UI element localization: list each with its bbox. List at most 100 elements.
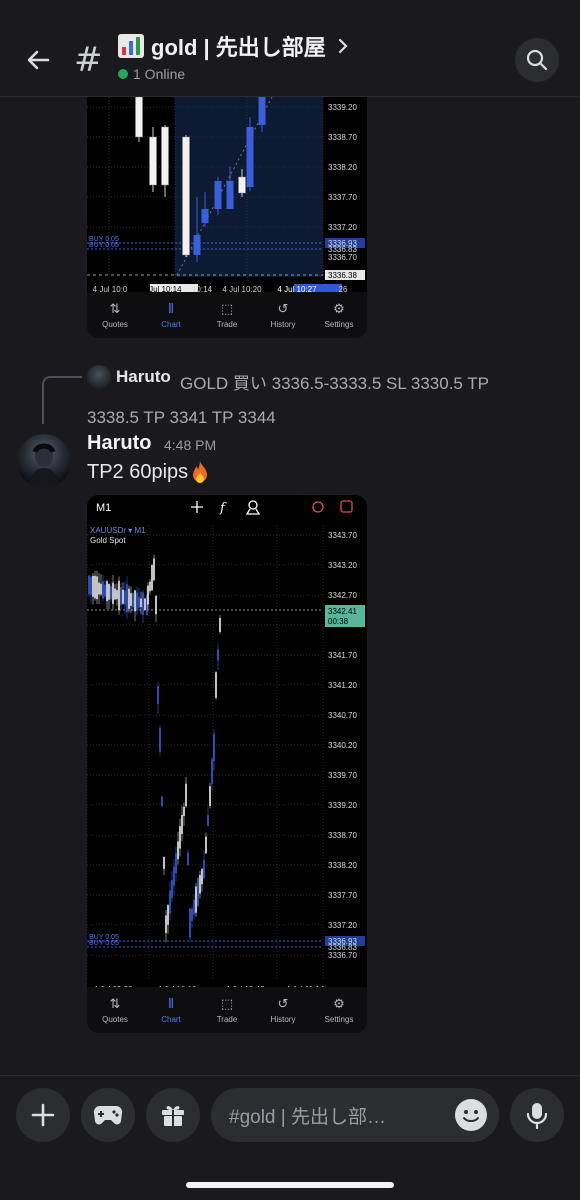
s2-candle-body-58 — [203, 859, 205, 878]
s2-candle-body-33 — [153, 558, 155, 581]
emoji-icon — [463, 1110, 479, 1122]
s2-candle-body-32 — [151, 565, 153, 591]
s2-candle-body-36 — [159, 728, 161, 752]
s2-price-label-12: 3337.20 — [328, 921, 357, 930]
s2-price-label-1: 3343.20 — [328, 561, 357, 570]
activities-button[interactable] — [81, 1088, 135, 1142]
reply-author[interactable]: Haruto — [116, 367, 171, 387]
shot2-tab-history[interactable]: ↺ History — [258, 996, 308, 1024]
s1-candle-body-4 — [193, 235, 201, 255]
avatar[interactable] — [17, 434, 71, 488]
s1-time-label-1: 4 Jul 10:14 — [142, 285, 182, 292]
shot1-tab-settings[interactable]: ⚙ Settings — [314, 301, 364, 329]
s1-candle-body-0 — [135, 97, 143, 138]
s2-candle-body-12 — [112, 582, 114, 604]
s2-price-label-2: 3342.70 — [328, 591, 357, 600]
s2-candle-body-53 — [193, 899, 195, 915]
s2-candle-body-16 — [120, 587, 122, 605]
s2-price-label-7: 3339.70 — [328, 771, 357, 780]
message-input-placeholder: #gold | 先出し部… — [229, 1106, 386, 1128]
gift-button[interactable] — [146, 1088, 200, 1142]
back-button[interactable] — [18, 40, 58, 80]
shot1-tab-trade[interactable]: ⬚ Trade — [202, 301, 252, 329]
shot1-tab-quotes[interactable]: ⇅ Quotes — [90, 301, 140, 329]
s2-candle-body-28 — [144, 598, 146, 611]
s2-candle-body-7 — [102, 581, 104, 599]
s2-candle-body-9 — [106, 581, 108, 602]
s2-candle-body-55 — [197, 878, 199, 906]
s2-candle-body-39 — [165, 915, 167, 934]
reply-avatar[interactable] — [87, 365, 111, 389]
voice-button[interactable] — [510, 1088, 564, 1142]
shot2-chart: M1 f XAUUSDr ▾ M1 Gold Spot BUY 0.05BUY … — [87, 495, 367, 987]
trade-icon: ⬚ — [220, 996, 234, 1011]
s2-candle-body-52 — [191, 908, 193, 922]
chart-emoji-icon — [118, 34, 144, 58]
s2-candle-body-44 — [175, 853, 177, 874]
s1-candle-body-7 — [226, 181, 234, 209]
s2-candle-body-11 — [110, 585, 112, 600]
s1-candle-body-2 — [161, 126, 169, 186]
shot1-tab-history[interactable]: ↺ History — [258, 301, 308, 329]
plus-icon — [31, 1103, 55, 1127]
channel-name: gold | 先出し部屋 — [151, 35, 326, 60]
chart-screenshot-1[interactable]: BUY 0.05 BUY 0.05 3339.20 3338.70 3338.20 333… — [87, 97, 367, 338]
s2-candle-body-23 — [134, 590, 136, 612]
shot1-chart: BUY 0.05BUY 0.053339.203338.703338.20333… — [87, 97, 365, 292]
shot1-tab-chart[interactable]: ⫴ Chart — [146, 301, 196, 329]
s1-buy-label-1: BUY 0.05 — [89, 242, 119, 249]
s1-candle-body-9 — [246, 127, 254, 187]
s2-candle-body-5 — [98, 582, 100, 595]
s2-candle-body-22 — [132, 593, 134, 608]
s1-price-label-0: 3339.20 — [328, 103, 357, 112]
s2-candle-body-34 — [155, 595, 157, 615]
s2-candle-body-47 — [181, 814, 183, 834]
s2-candle-body-18 — [124, 590, 126, 605]
s2-candle-body-19 — [126, 583, 128, 613]
s1-price-label-8: 3336.38 — [328, 271, 357, 280]
home-indicator — [186, 1182, 394, 1188]
s2-candle-body-50 — [187, 852, 189, 866]
s2-candle-body-37 — [161, 796, 163, 807]
shot2-tab-chart[interactable]: ⫴ Chart — [146, 996, 196, 1024]
s2-candle-body-54 — [195, 886, 197, 913]
s2-candle-body-43 — [173, 866, 175, 886]
search-button[interactable] — [515, 38, 559, 82]
s2-candle-body-42 — [171, 880, 173, 899]
shot2-tab-settings[interactable]: ⚙ Settings — [314, 996, 364, 1024]
message-text: TP2 60pips — [87, 460, 189, 483]
s2-candle-body-66 — [219, 617, 221, 633]
s2-candle-body-63 — [213, 733, 215, 761]
message-content: TP2 60pips — [87, 460, 210, 484]
s2-candle-body-17 — [122, 589, 124, 604]
emoji-button[interactable] — [455, 1099, 487, 1131]
s2-candle-body-1 — [90, 576, 92, 595]
quotes-icon: ⇅ — [109, 301, 121, 316]
s2-candle-body-46 — [179, 826, 181, 849]
shot1-tabbar: ⇅ Quotes ⫴ Chart ⬚ Trade ↺ History ⚙ Settings — [87, 292, 367, 338]
shot2-tab-trade[interactable]: ⬚ Trade — [202, 996, 252, 1024]
message-author[interactable]: Haruto — [87, 432, 151, 455]
add-button[interactable] — [16, 1088, 70, 1142]
s2-price-label-4: 3341.20 — [328, 681, 357, 690]
reply-connector — [42, 376, 82, 424]
s1-price-label-4: 3337.20 — [328, 223, 357, 232]
s2-price-label-10: 3338.20 — [328, 861, 357, 870]
s2-candle-body-41 — [169, 890, 171, 914]
s2-price-label-6: 3340.20 — [328, 741, 357, 750]
avatar-image — [27, 443, 61, 488]
s2-candle-body-21 — [130, 593, 132, 606]
s1-time-label-5: 26 — [339, 285, 348, 292]
s1-price-label-7: 3336.70 — [328, 253, 357, 262]
s2-candle-body-61 — [209, 786, 211, 807]
online-dot — [118, 69, 128, 79]
s2-price-label-9: 3338.70 — [328, 831, 357, 840]
channel-title[interactable]: gold | 先出し部屋 — [118, 30, 350, 62]
s2-candle-body-30 — [147, 585, 149, 605]
symbol-description: Gold Spot — [90, 536, 126, 545]
s2-current-price: 3342.41 — [328, 607, 357, 616]
shot2-tab-quotes[interactable]: ⇅ Quotes — [90, 996, 140, 1024]
message-timestamp: 4:48 PM — [164, 437, 217, 453]
search-icon — [526, 49, 548, 71]
chart-screenshot-2[interactable]: M1 f XAUUSDr ▾ M1 Gold Spot BUY 0.05 BUY … — [87, 495, 367, 1033]
